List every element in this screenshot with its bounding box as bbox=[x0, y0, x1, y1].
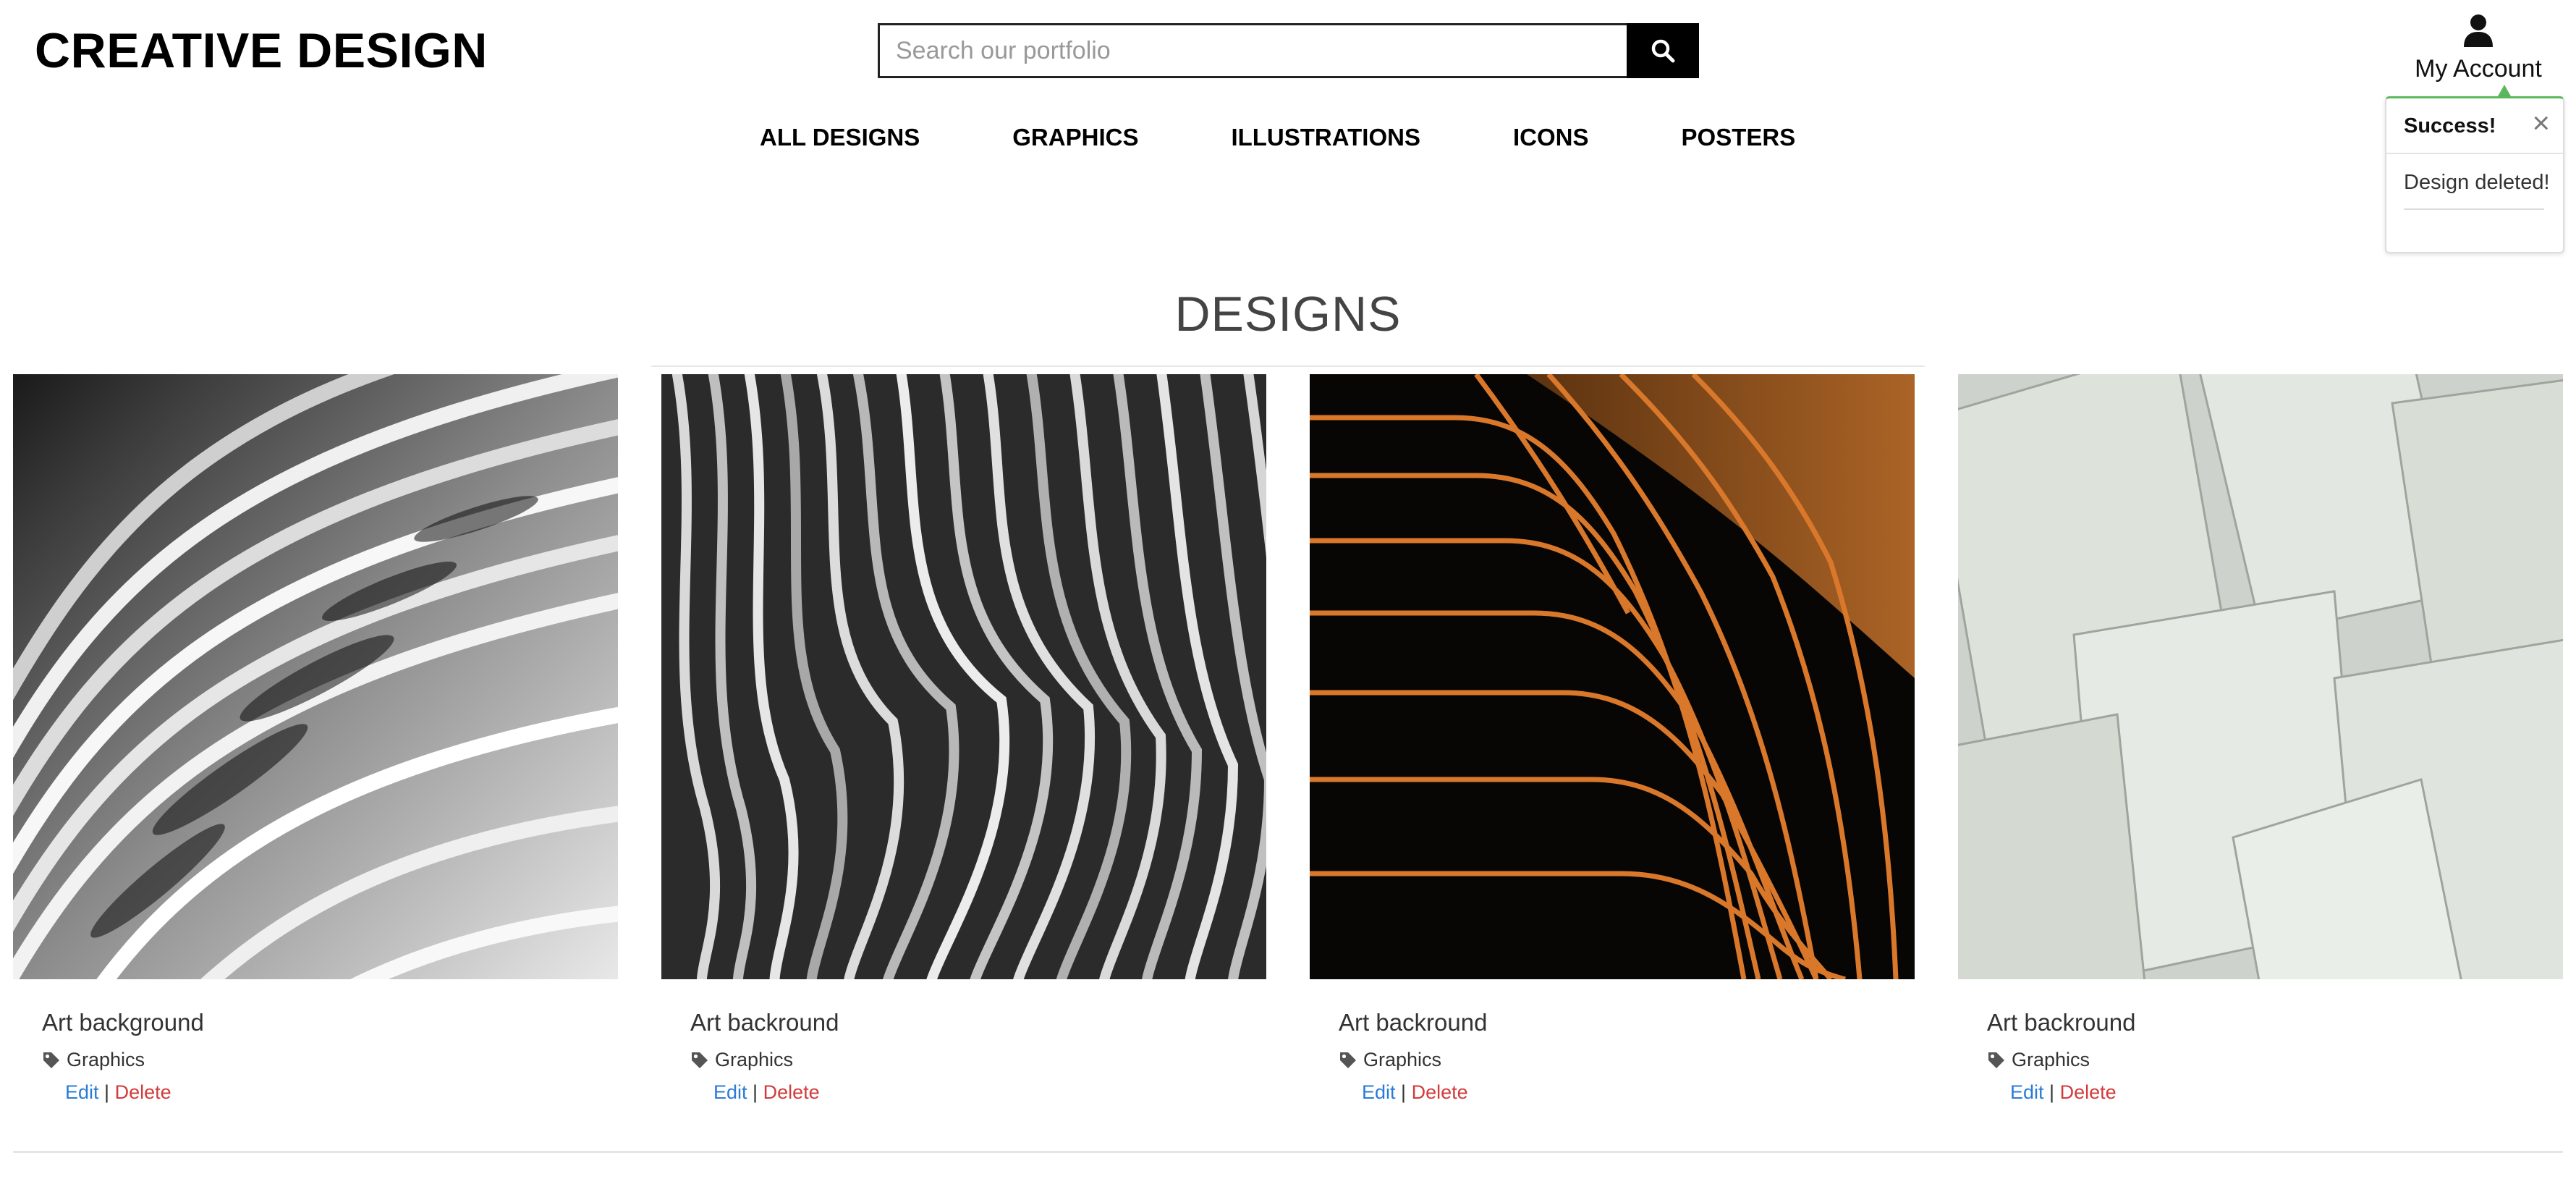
success-toast: Success! × Design deleted! bbox=[2385, 96, 2564, 253]
abstract-grey-ridges-image bbox=[661, 374, 1266, 979]
design-title[interactable]: Art backround bbox=[1987, 1009, 2135, 1036]
site-logo[interactable]: CREATIVE DESIGN bbox=[35, 20, 488, 81]
my-account-link[interactable]: My Account bbox=[2388, 13, 2569, 83]
delete-link[interactable]: Delete bbox=[763, 1081, 820, 1103]
design-image[interactable] bbox=[661, 374, 1266, 979]
page-title: DESIGNS bbox=[1174, 287, 1402, 342]
action-separator: | bbox=[104, 1081, 110, 1103]
delete-link[interactable]: Delete bbox=[115, 1081, 171, 1103]
design-card: Art backround Graphics Edit | Delete bbox=[1958, 374, 2563, 1103]
category-nav: ALL DESIGNS GRAPHICS ILLUSTRATIONS ICONS… bbox=[760, 119, 1795, 156]
toast-header: Success! × bbox=[2386, 98, 2563, 154]
design-image[interactable] bbox=[1310, 374, 1915, 979]
tag-icon bbox=[43, 1052, 59, 1068]
toast-caret bbox=[2498, 85, 2511, 96]
nav-all-designs[interactable]: ALL DESIGNS bbox=[760, 119, 920, 156]
abstract-white-waves-image bbox=[13, 374, 618, 979]
edit-link[interactable]: Edit bbox=[2010, 1081, 2044, 1103]
tag-icon bbox=[692, 1052, 708, 1068]
design-title[interactable]: Art background bbox=[42, 1009, 204, 1036]
search-input[interactable] bbox=[878, 23, 1627, 78]
footer-divider bbox=[13, 1151, 2563, 1153]
design-category: Graphics bbox=[1987, 1049, 2090, 1071]
nav-posters[interactable]: POSTERS bbox=[1682, 119, 1796, 156]
design-category: Graphics bbox=[1339, 1049, 1441, 1071]
search-bar bbox=[878, 23, 1699, 78]
tag-icon bbox=[1340, 1052, 1356, 1068]
card-actions: Edit | Delete bbox=[1362, 1081, 1468, 1104]
edit-link[interactable]: Edit bbox=[713, 1081, 747, 1103]
abstract-orange-lines-image bbox=[1310, 374, 1915, 979]
design-title[interactable]: Art backround bbox=[1339, 1009, 1487, 1036]
category-label: Graphics bbox=[67, 1049, 145, 1070]
design-title[interactable]: Art backround bbox=[690, 1009, 839, 1036]
delete-link[interactable]: Delete bbox=[1412, 1081, 1468, 1103]
design-category: Graphics bbox=[690, 1049, 793, 1071]
close-icon[interactable]: × bbox=[2532, 107, 2550, 139]
toast-title: Success! bbox=[2404, 114, 2496, 138]
card-actions: Edit | Delete bbox=[65, 1081, 171, 1104]
nav-graphics[interactable]: GRAPHICS bbox=[1012, 119, 1138, 156]
edit-link[interactable]: Edit bbox=[1362, 1081, 1396, 1103]
search-button[interactable] bbox=[1627, 23, 1699, 78]
nav-illustrations[interactable]: ILLUSTRATIONS bbox=[1231, 119, 1420, 156]
search-icon bbox=[1651, 39, 1675, 63]
design-image[interactable] bbox=[13, 374, 618, 979]
design-card: Art background Graphics Edit | Delete bbox=[13, 374, 618, 1103]
toast-divider bbox=[2404, 208, 2544, 210]
design-image[interactable] bbox=[1958, 374, 2563, 979]
edit-link[interactable]: Edit bbox=[65, 1081, 99, 1103]
category-label: Graphics bbox=[1363, 1049, 1442, 1070]
action-separator: | bbox=[1401, 1081, 1407, 1103]
design-card: Art backround Graphics Edit | Delete bbox=[1310, 374, 1915, 1103]
card-actions: Edit | Delete bbox=[713, 1081, 820, 1104]
action-separator: | bbox=[2049, 1081, 2055, 1103]
action-separator: | bbox=[753, 1081, 758, 1103]
my-account-label: My Account bbox=[2415, 55, 2542, 83]
card-actions: Edit | Delete bbox=[2010, 1081, 2117, 1104]
heading-divider bbox=[651, 366, 1925, 367]
design-category: Graphics bbox=[42, 1049, 145, 1071]
tag-icon bbox=[1988, 1052, 2004, 1068]
category-label: Graphics bbox=[715, 1049, 794, 1070]
nav-icons[interactable]: ICONS bbox=[1513, 119, 1589, 156]
abstract-paper-sheets-image bbox=[1958, 374, 2563, 979]
design-card: Art backround Graphics Edit | Delete bbox=[661, 374, 1266, 1103]
category-label: Graphics bbox=[2012, 1049, 2090, 1070]
delete-link[interactable]: Delete bbox=[2060, 1081, 2117, 1103]
toast-message: Design deleted! bbox=[2404, 171, 2550, 194]
user-icon bbox=[2464, 14, 2493, 47]
